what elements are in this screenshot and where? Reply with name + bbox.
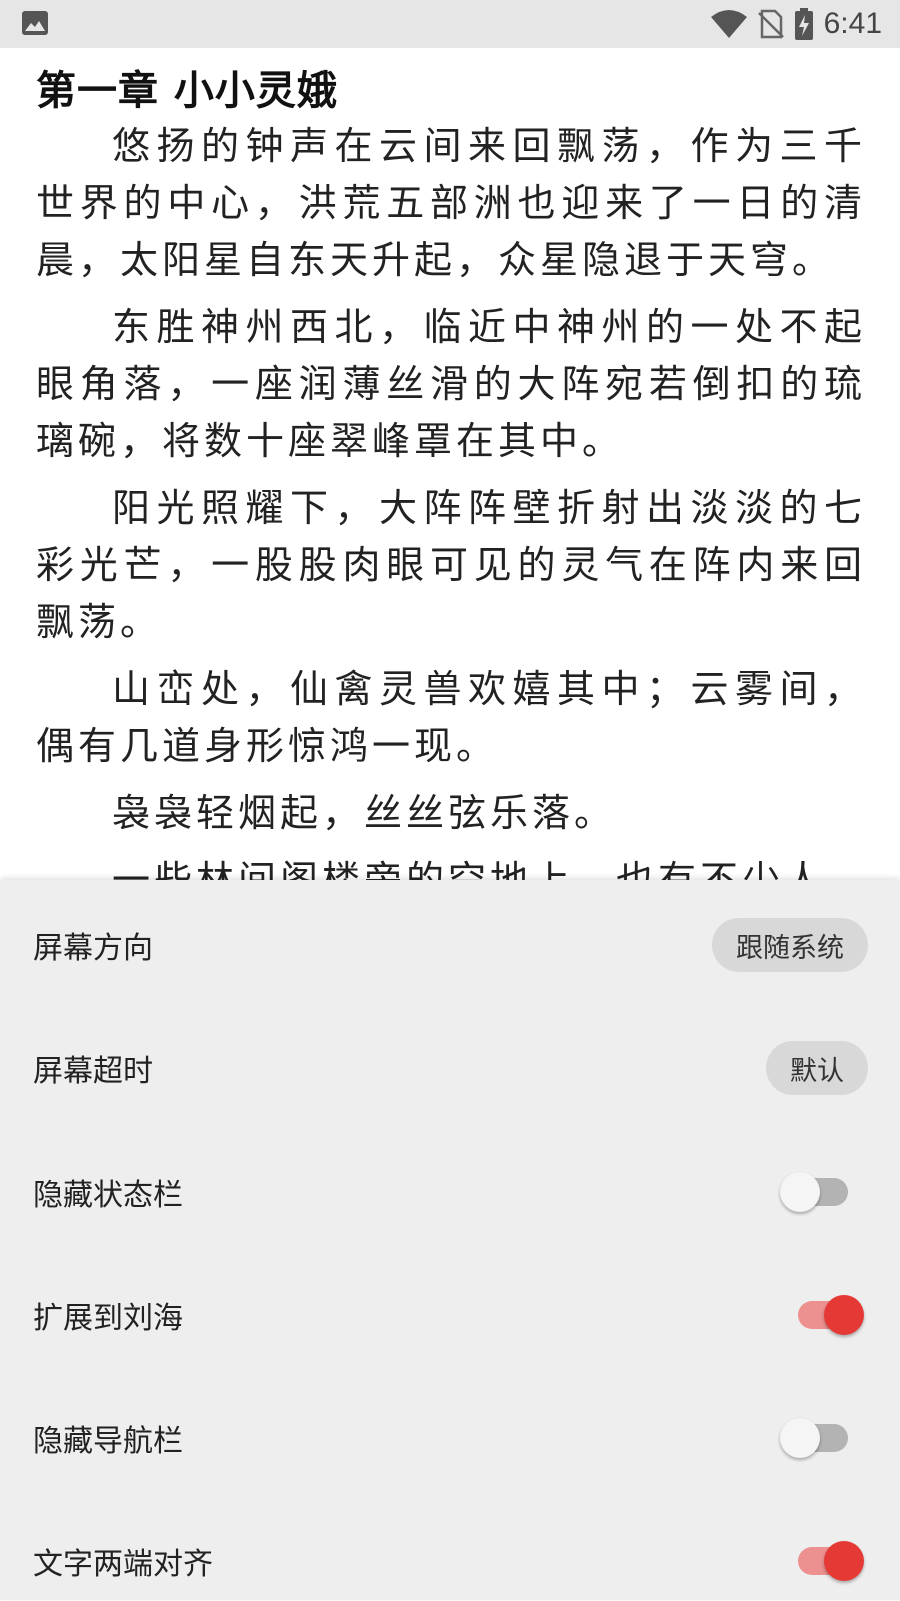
paragraph: 东胜神州西北，临近中神州的一处不起眼角落，一座润薄丝滑的大阵宛若倒扣的琉璃碗，将… (36, 305, 866, 463)
wifi-icon (710, 10, 747, 38)
screen-timeout-button[interactable]: 默认 (766, 1041, 868, 1095)
settings-panel: 屏幕方向 跟随系统 屏幕超时 默认 隐藏状态栏 扩展到刘海 隐藏导航栏 文字两端… (0, 880, 900, 1600)
setting-screen-orientation[interactable]: 屏幕方向 跟随系统 (0, 905, 900, 985)
paragraph: 阳光照耀下，大阵阵壁折射出淡淡的七彩光芒，一股股肉眼可见的灵气在阵内来回飘荡。 (36, 486, 866, 644)
image-icon (22, 11, 48, 35)
screen-orientation-button[interactable]: 跟随系统 (712, 918, 868, 972)
setting-label: 文字两端对齐 (33, 1547, 213, 1582)
battery-charging-icon (794, 8, 813, 40)
switch-thumb (780, 1418, 820, 1458)
setting-label: 屏幕超时 (33, 1054, 153, 1089)
hide-nav-bar-switch[interactable] (780, 1418, 848, 1458)
switch-thumb (824, 1295, 864, 1335)
switch-thumb (780, 1172, 820, 1212)
switch-thumb (824, 1541, 864, 1581)
setting-hide-nav-bar[interactable]: 隐藏导航栏 (0, 1398, 900, 1478)
reader-content[interactable]: 第一章 小小灵娥 悠扬的钟声在云间来回飘荡，作为三千世界的中心，洪荒五部洲也迎来… (0, 48, 900, 880)
setting-label: 隐藏状态栏 (33, 1178, 183, 1213)
paragraph: 一些林间阁楼旁的空地上，也有不少人 (112, 858, 827, 880)
extend-to-notch-switch[interactable] (798, 1295, 864, 1335)
status-time: 6:41 (823, 7, 882, 40)
chapter-title: 第一章 小小灵娥 (36, 68, 338, 114)
setting-label: 屏幕方向 (33, 931, 153, 966)
paragraph: 悠扬的钟声在云间来回飘荡，作为三千世界的中心，洪荒五部洲也迎来了一日的清晨，太阳… (36, 124, 866, 282)
setting-label: 扩展到刘海 (33, 1301, 183, 1336)
setting-label: 隐藏导航栏 (33, 1424, 183, 1459)
paragraph: 袅袅轻烟起，丝丝弦乐落。 (112, 791, 617, 835)
text-justify-switch[interactable] (798, 1541, 864, 1581)
setting-hide-status-bar[interactable]: 隐藏状态栏 (0, 1152, 900, 1232)
paragraph-list: 悠扬的钟声在云间来回飘荡，作为三千世界的中心，洪荒五部洲也迎来了一日的清晨，太阳… (36, 118, 866, 880)
setting-extend-to-notch[interactable]: 扩展到刘海 (0, 1275, 900, 1355)
status-bar: 6:41 (0, 0, 900, 48)
paragraph: 山峦处，仙禽灵兽欢嬉其中；云雾间，偶有几道身形惊鸿一现。 (36, 667, 866, 768)
hide-status-bar-switch[interactable] (780, 1172, 848, 1212)
no-sim-icon (757, 9, 784, 39)
setting-text-justify[interactable]: 文字两端对齐 (0, 1521, 900, 1601)
setting-screen-timeout[interactable]: 屏幕超时 默认 (0, 1028, 900, 1108)
status-icons: 6:41 (710, 0, 882, 48)
